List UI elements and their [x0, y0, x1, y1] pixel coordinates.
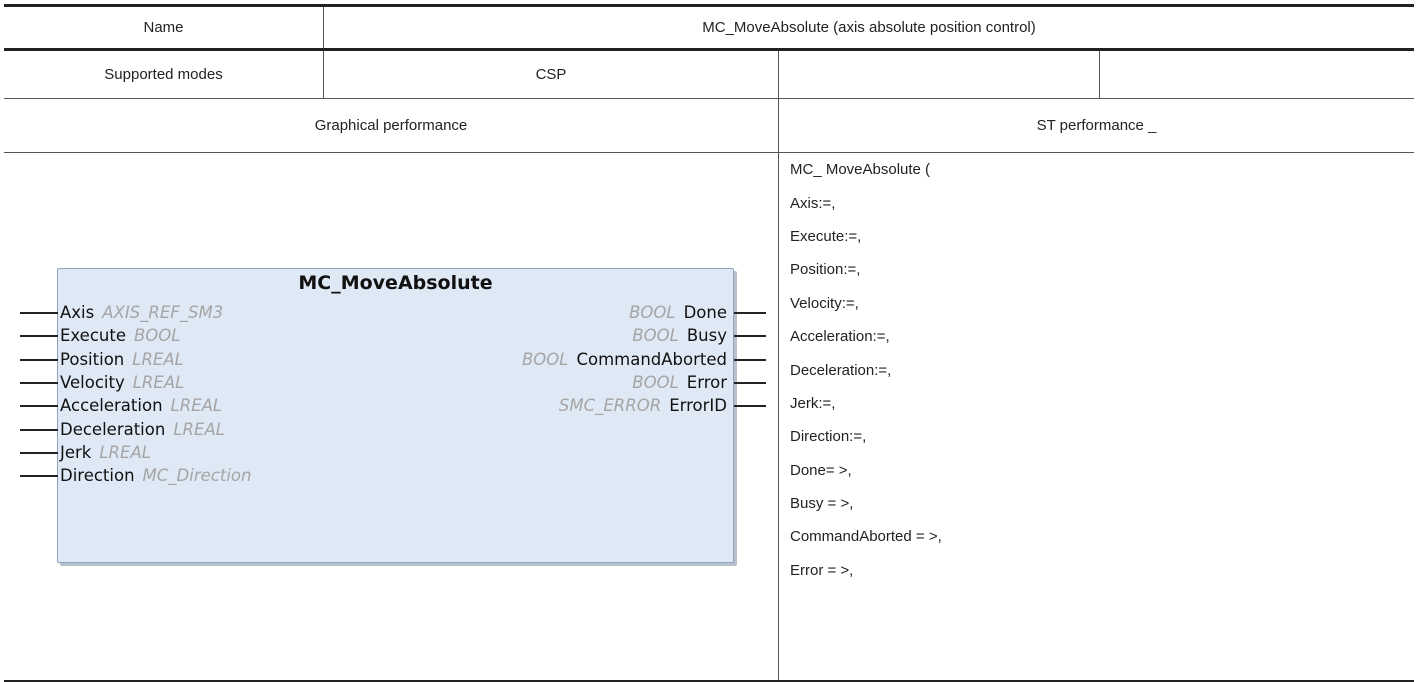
input-pin-name: Acceleration	[60, 396, 163, 416]
input-pin-name: Axis	[60, 303, 95, 322]
output-wire	[734, 358, 766, 361]
function-block-title: MC_MoveAbsolute	[298, 272, 493, 294]
input-pin: Acceleration LREAL	[60, 394, 222, 417]
output-pin-name: CommandAborted	[576, 349, 727, 369]
output-pin-type: BOOL	[629, 303, 676, 323]
st-code-line: Velocity:=,	[790, 294, 859, 312]
input-pin-name: Position	[60, 349, 125, 369]
input-pin-type: AXIS_REF_SM3	[102, 303, 224, 322]
st-code-line: Jerk:=,	[790, 394, 836, 412]
input-pin: Direction MC_Direction	[60, 464, 251, 487]
input-wire	[20, 428, 58, 431]
input-pin-type: LREAL	[170, 396, 223, 416]
output-wire	[734, 335, 766, 338]
output-wire	[734, 312, 766, 314]
output-pin: BOOL CommandAborted	[300, 348, 727, 371]
input-pin-type: LREAL	[99, 442, 151, 462]
output-pin: BOOL Error	[300, 371, 727, 394]
output-wire	[734, 381, 766, 384]
output-pin-name: Busy	[686, 326, 727, 346]
output-pin-type: BOOL	[632, 326, 679, 346]
output-pin-name: Done	[683, 303, 727, 323]
st-code-line: Acceleration:=,	[790, 328, 890, 346]
modes-value: CSP	[535, 66, 567, 83]
input-wire	[20, 475, 58, 478]
modes-extra-1	[779, 51, 1099, 98]
input-wire	[20, 451, 58, 454]
st-code-line: Position:=,	[790, 261, 861, 279]
st-code-line: Deceleration:=,	[790, 361, 892, 379]
input-wire	[20, 358, 58, 361]
input-pin-name: Execute	[60, 326, 126, 346]
output-pin-name: ErrorID	[669, 396, 727, 416]
input-pin-type: MC_Direction	[142, 466, 252, 486]
st-code-line: Execute:=,	[790, 227, 862, 245]
output-pin: BOOL Busy	[300, 324, 727, 347]
input-pin-type: BOOL	[133, 326, 181, 346]
st-code: MC_ MoveAbsolute ( Axis:=, Execute:=, Posit…	[790, 153, 1410, 587]
output-pin: SMC_ERROR ErrorID	[300, 394, 727, 417]
input-pin: Velocity LREAL	[60, 371, 184, 394]
input-pin: Axis AXIS_REF_SM3	[60, 301, 223, 324]
input-wire	[20, 381, 58, 384]
name-label: Name	[143, 19, 184, 36]
st-code-line: Error = >,	[790, 561, 854, 579]
modes-label: Supported modes	[104, 66, 223, 83]
st-code-line: MC_ MoveAbsolute (	[790, 161, 931, 179]
output-wire	[734, 405, 766, 408]
st-code-line: CommandAborted = >,	[790, 528, 942, 546]
input-pin: Position LREAL	[60, 348, 184, 371]
st-code-line: Done= >,	[790, 461, 852, 479]
input-pin-name: Direction	[60, 466, 135, 486]
output-pin: BOOL Done	[300, 301, 727, 324]
modes-extra-2	[1100, 51, 1414, 98]
input-wire	[20, 405, 58, 408]
st-code-line: Busy = >,	[790, 495, 854, 513]
output-pin-name: Error	[686, 373, 727, 393]
output-pin-type: BOOL	[521, 349, 569, 369]
st-code-line: Direction:=,	[790, 428, 867, 446]
input-wire	[20, 335, 58, 338]
input-pin-name: Velocity	[60, 372, 125, 392]
name-value: MC_MoveAbsolute (axis absolute position …	[702, 19, 1036, 36]
input-pin-name: Jerk	[60, 442, 92, 462]
output-pins: BOOL Done BOOL Busy BOOL CommandAborted BOOL Er…	[300, 301, 727, 417]
st-code-line: Axis:=,	[790, 194, 836, 212]
input-pin-type: LREAL	[173, 419, 225, 439]
output-pin-type: SMC_ERROR	[558, 396, 662, 416]
input-pin: Deceleration LREAL	[60, 418, 225, 441]
input-pin-type: LREAL	[132, 349, 184, 369]
input-wire	[20, 312, 58, 314]
input-pin-name: Deceleration	[60, 419, 166, 439]
output-pin-type: BOOL	[632, 373, 679, 393]
graphical-heading: Graphical performance	[314, 117, 468, 134]
input-pin: Execute BOOL	[60, 324, 180, 347]
st-heading: ST performance _	[1036, 117, 1157, 134]
input-pin-type: LREAL	[132, 372, 185, 392]
input-pin: Jerk LREAL	[60, 441, 151, 464]
